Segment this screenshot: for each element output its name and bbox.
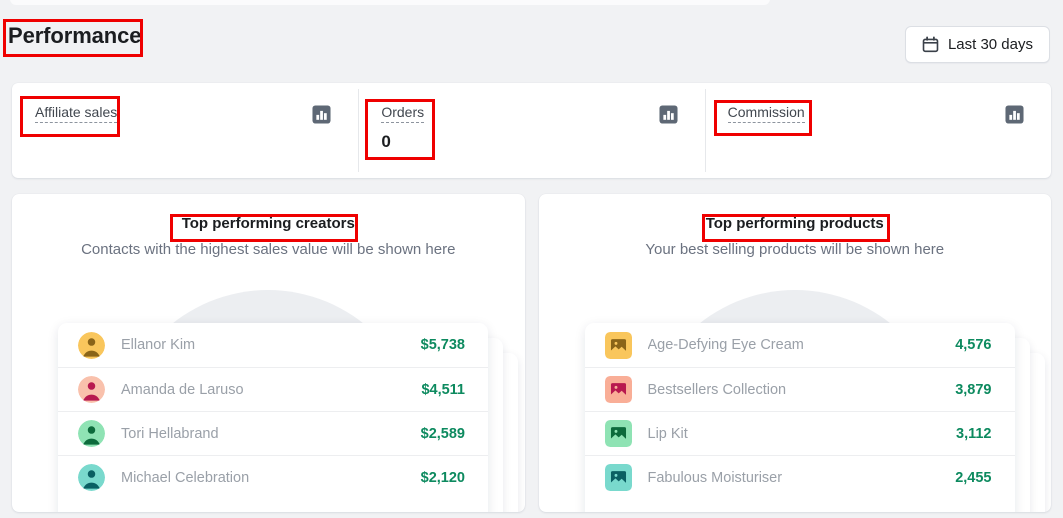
performance-panels: Top performing creators Contacts with th… [12, 194, 1051, 512]
product-name: Age-Defying Eye Cream [647, 337, 804, 353]
stat-affiliate-sales: Affiliate sales [12, 83, 358, 178]
product-name: Lip Kit [647, 425, 688, 442]
bar-chart-icon[interactable] [1005, 105, 1024, 124]
creator-name: Ellanor Kim [121, 337, 196, 353]
list-item[interactable]: Amanda de Laruso $4,511 [58, 367, 488, 411]
image-placeholder-icon [604, 376, 632, 403]
date-range-picker-button[interactable]: Last 30 days [904, 26, 1050, 63]
panel-top-performing-creators: Top performing creators Contacts with th… [12, 194, 525, 512]
creator-name: Michael Celebration [121, 469, 250, 486]
stat-orders: Orders 0 [358, 83, 704, 178]
panel-top-performing-products: Top performing products Your best sellin… [538, 194, 1051, 512]
stat-commission: Commission [704, 83, 1051, 178]
list-item[interactable]: Lip Kit 3,112 [584, 411, 1015, 455]
panel-subtitle: Contacts with the highest sales value wi… [81, 241, 456, 258]
product-units-value: 3,112 [956, 425, 992, 442]
creator-name: Tori Hellabrand [121, 425, 219, 442]
product-name: Bestsellers Collection [647, 381, 787, 398]
product-units-value: 3,879 [955, 381, 992, 398]
creator-sales-value: $4,511 [421, 381, 465, 398]
stat-label[interactable]: Orders [381, 104, 425, 123]
date-range-label: Last 30 days [947, 36, 1033, 53]
image-placeholder-icon [604, 331, 632, 359]
stat-value [728, 132, 1031, 152]
panel-title: Top performing creators [181, 215, 355, 232]
page-title: Performance [8, 23, 142, 48]
creators-list: Ellanor Kim $5,738 Amanda de Laruso $4,5… [58, 323, 488, 512]
panel-title: Top performing products [705, 215, 884, 232]
creator-sales-value: $2,589 [420, 425, 465, 442]
stat-label[interactable]: Affiliate sales [35, 104, 118, 123]
list-item[interactable]: Age-Defying Eye Cream 4,576 [585, 323, 1015, 367]
bar-chart-icon[interactable] [312, 105, 331, 124]
list-item[interactable]: Tori Hellabrand $2,589 [58, 411, 488, 455]
creators-preview-stack: Ellanor Kim $5,738 Amanda de Laruso $4,5… [58, 323, 518, 512]
list-item[interactable]: Bestsellers Collection 3,879 [584, 367, 1015, 411]
user-avatar-icon [78, 464, 105, 491]
list-item[interactable]: Michael Celebration $2,120 [58, 455, 488, 499]
calendar-icon [922, 36, 939, 53]
creator-sales-value: $2,120 [420, 469, 465, 486]
stat-value: 0 [381, 132, 391, 151]
creator-sales-value: $5,738 [420, 337, 465, 353]
bar-chart-icon[interactable] [659, 105, 678, 124]
products-preview-stack: Age-Defying Eye Cream 4,576 Bestsellers … [584, 323, 1045, 512]
stat-label[interactable]: Commission [727, 104, 805, 123]
performance-stats-card: Affiliate sales Orders 0 Commission [12, 83, 1051, 178]
image-placeholder-icon [604, 464, 632, 491]
list-item[interactable]: Ellanor Kim $5,738 [58, 323, 488, 367]
product-name: Fabulous Moisturiser [647, 469, 783, 486]
stat-value [35, 132, 338, 152]
products-list: Age-Defying Eye Cream 4,576 Bestsellers … [584, 323, 1015, 512]
product-units-value: 4,576 [955, 337, 992, 353]
image-placeholder-icon [604, 420, 632, 447]
creator-name: Amanda de Laruso [121, 381, 244, 398]
list-item[interactable]: Fabulous Moisturiser 2,455 [584, 455, 1015, 499]
user-avatar-icon [78, 420, 105, 447]
page-header: Performance Last 30 days [0, 0, 1063, 84]
product-units-value: 2,455 [955, 469, 992, 486]
panel-subtitle: Your best selling products will be shown… [645, 241, 945, 258]
user-avatar-icon [78, 331, 105, 359]
user-avatar-icon [78, 376, 105, 403]
